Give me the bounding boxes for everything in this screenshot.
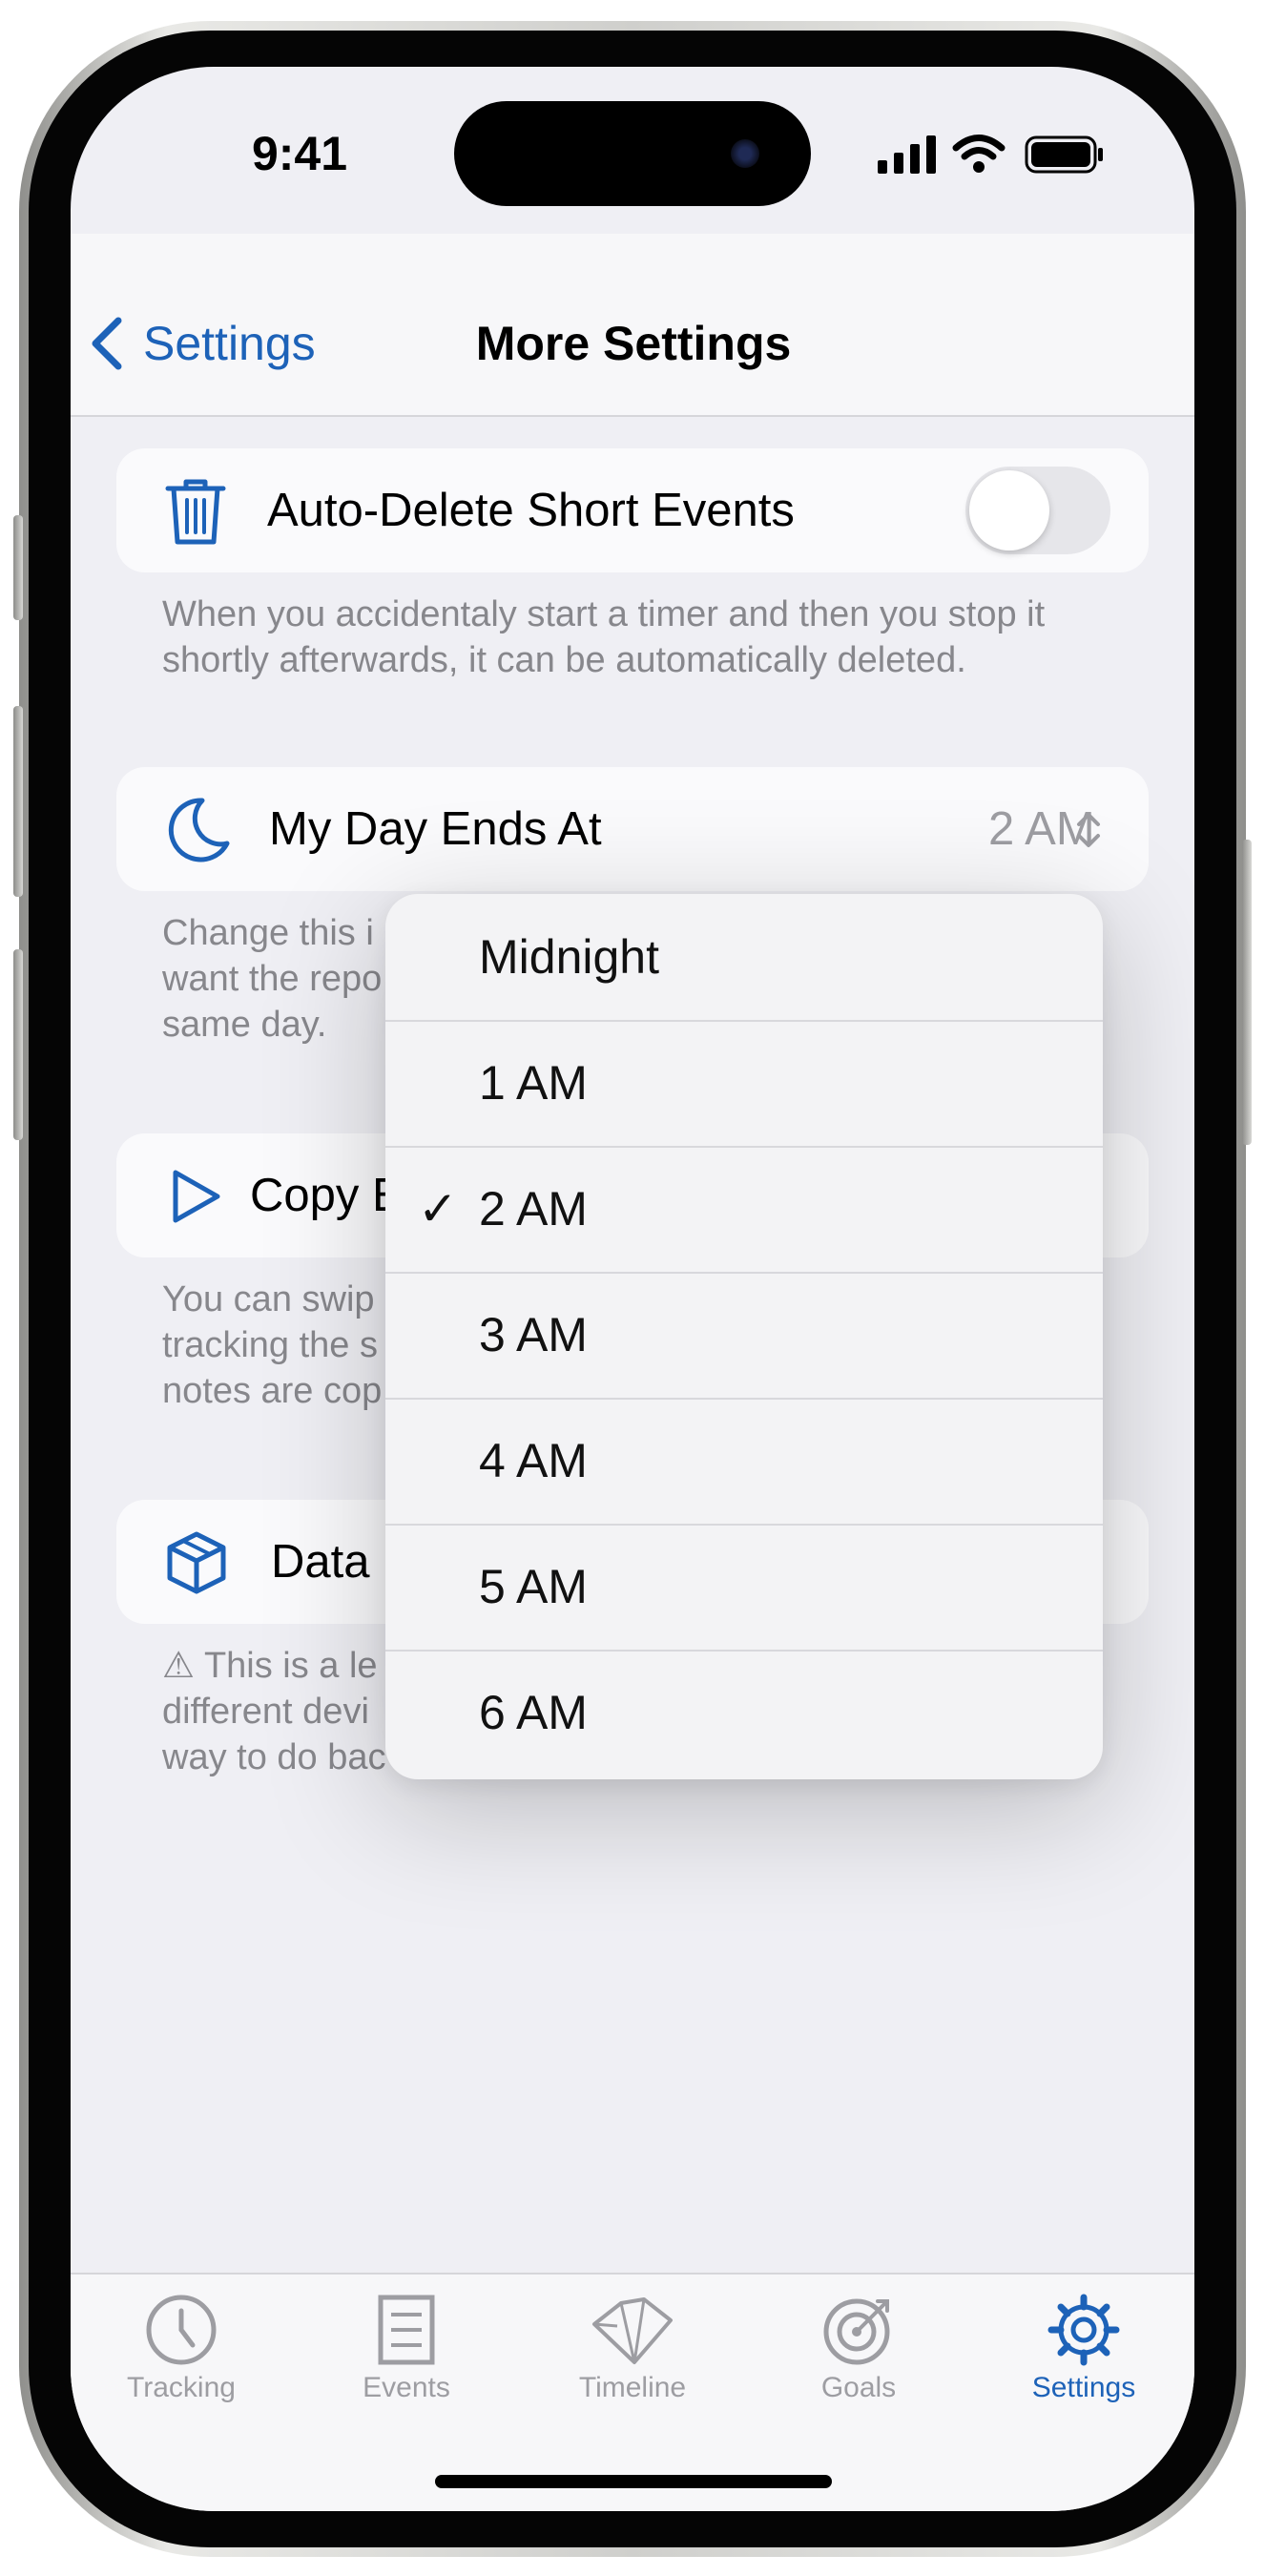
action-button xyxy=(13,515,23,620)
checkmark-icon: ✓ xyxy=(418,1182,458,1236)
power-button xyxy=(1242,840,1252,1145)
data-label: Data xyxy=(271,1536,370,1588)
menu-item-3am[interactable]: 3 AM xyxy=(385,1272,1103,1400)
menu-item-label: 2 AM xyxy=(479,1182,588,1236)
back-button[interactable]: Settings xyxy=(90,310,316,377)
menu-item-5am[interactable]: 5 AM xyxy=(385,1524,1103,1652)
signal-icon xyxy=(878,135,939,174)
menu-item-6am[interactable]: 6 AM xyxy=(385,1650,1103,1776)
chevron-left-icon xyxy=(92,317,122,370)
menu-item-midnight[interactable]: Midnight xyxy=(385,894,1103,1022)
navigation-bar: Settings More Settings xyxy=(71,234,1194,417)
menu-item-4am[interactable]: 4 AM xyxy=(385,1398,1103,1526)
menu-item-label: 3 AM xyxy=(479,1308,588,1361)
menu-item-2am[interactable]: ✓ 2 AM xyxy=(385,1146,1103,1274)
screen: 9:41 Settings More Settings Auto-Delete … xyxy=(71,67,1194,2511)
volume-up-button xyxy=(13,706,23,897)
wifi-icon xyxy=(952,134,1006,174)
trash-icon xyxy=(164,477,227,546)
page-title: More Settings xyxy=(475,317,792,370)
tab-timeline[interactable]: Timeline xyxy=(537,2286,728,2429)
menu-item-label: 4 AM xyxy=(479,1434,588,1487)
menu-item-label: 1 AM xyxy=(479,1056,588,1110)
box-icon xyxy=(164,1530,229,1595)
moon-icon xyxy=(164,796,231,862)
battery-icon xyxy=(1025,135,1105,174)
auto-delete-footer: When you accidentaly start a timer and t… xyxy=(162,594,1046,680)
auto-delete-row: Auto-Delete Short Events xyxy=(116,448,1149,572)
tab-label: Tracking xyxy=(127,2372,236,2403)
target-icon xyxy=(823,2298,890,2365)
tab-label: Timeline xyxy=(578,2372,687,2403)
chevron-updown-icon xyxy=(1074,809,1103,851)
play-icon xyxy=(168,1168,225,1225)
clock-icon xyxy=(146,2295,217,2365)
day-ends-label: My Day Ends At xyxy=(269,803,602,855)
time-picker-menu: Midnight 1 AM ✓ 2 AM 3 AM 4 AM 5 AM 6 AM xyxy=(385,894,1103,1779)
gear-icon xyxy=(1047,2294,1120,2366)
timeline-icon xyxy=(592,2297,673,2364)
menu-item-label: Midnight xyxy=(479,930,659,984)
menu-item-label: 6 AM xyxy=(479,1686,588,1739)
tab-label: Settings xyxy=(1031,2372,1136,2403)
tab-tracking[interactable]: Tracking xyxy=(86,2286,277,2429)
home-indicator xyxy=(435,2475,832,2488)
menu-item-label: 5 AM xyxy=(479,1560,588,1613)
status-time: 9:41 xyxy=(251,127,348,180)
tab-label: Goals xyxy=(820,2372,897,2403)
auto-delete-label: Auto-Delete Short Events xyxy=(267,485,795,536)
tab-label: Events xyxy=(363,2372,450,2403)
tab-events[interactable]: Events xyxy=(311,2286,502,2429)
copy-label: Copy E xyxy=(250,1170,404,1221)
camera-icon xyxy=(731,139,759,168)
day-ends-row[interactable]: My Day Ends At 2 AM xyxy=(116,767,1149,891)
auto-delete-toggle[interactable] xyxy=(965,467,1110,554)
tab-settings[interactable]: Settings xyxy=(988,2286,1179,2429)
document-icon xyxy=(378,2295,435,2365)
toggle-knob xyxy=(969,470,1049,551)
volume-down-button xyxy=(13,949,23,1140)
tab-goals[interactable]: Goals xyxy=(763,2286,954,2429)
back-button-label: Settings xyxy=(143,317,316,370)
menu-item-1am[interactable]: 1 AM xyxy=(385,1020,1103,1148)
